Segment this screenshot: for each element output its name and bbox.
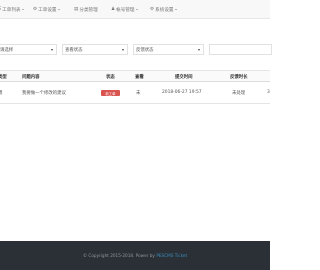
- chevron-down-icon: [58, 9, 61, 10]
- search-input[interactable]: [209, 44, 272, 55]
- feedback-select[interactable]: 反馈状态: [133, 44, 204, 55]
- cell-viewed: 未: [136, 91, 141, 96]
- category-icon: ▤: [74, 7, 79, 12]
- status-select-value: 查看状态: [65, 47, 83, 53]
- footer-copyright: © Copyright 2015-2018. Power by: [82, 253, 155, 258]
- list-icon: ☰: [0, 7, 1, 12]
- type-select[interactable]: 请选择: [0, 44, 57, 55]
- cell-content[interactable]: 我要做一个修改的建议: [22, 90, 66, 96]
- chevron-down-icon: [51, 49, 53, 51]
- nav-item-ticket-list[interactable]: ☰ 工单列表: [0, 0, 25, 19]
- chevron-down-icon: [22, 9, 25, 10]
- chevron-down-icon: [136, 9, 139, 10]
- footer-link[interactable]: PESCMS Ticket: [156, 253, 187, 258]
- column-header-duration: 反馈时长: [230, 75, 248, 80]
- footer: © Copyright 2015-2018. Power by PESCMS T…: [0, 241, 270, 270]
- nav-item-label: 分类管理: [79, 7, 98, 13]
- nav-item-label: 系统设置: [155, 7, 174, 13]
- column-header-type: 类型: [0, 75, 7, 80]
- cell-type: 博: [0, 91, 3, 96]
- column-header-content: 问题内容: [22, 75, 40, 80]
- top-navbar: ☰ 工单列表 ⚙ 工单设置 ▤ 分类管理 ♟ 帐号管理 ⚙ 系统设置: [0, 0, 270, 19]
- chevron-down-icon: [122, 49, 124, 51]
- status-badge: 新工单: [101, 90, 120, 96]
- filter-bar: 请选择 查看状态 反馈状态: [0, 44, 272, 56]
- column-header-submitted: 提交时间: [175, 75, 193, 80]
- cell-duration: 未处理: [232, 91, 246, 96]
- gear-icon: ⚙: [150, 7, 155, 12]
- status-select[interactable]: 查看状态: [62, 44, 128, 55]
- chevron-down-icon: [175, 9, 178, 10]
- nav-item-account-manage[interactable]: ♟ 帐号管理: [111, 0, 139, 19]
- cell-extra: 3: [267, 90, 270, 95]
- table-row[interactable]: 博 我要做一个修改的建议 新工单 未 2018-06-27 19:57 未处理 …: [0, 82, 270, 104]
- column-header-viewed: 查看: [135, 75, 144, 80]
- feedback-select-value: 反馈状态: [136, 47, 154, 53]
- nav-item-category-manage[interactable]: ▤ 分类管理: [74, 0, 98, 19]
- nav-item-system-settings[interactable]: ⚙ 系统设置: [150, 0, 178, 19]
- cell-submitted: 2018-06-27 19:57: [162, 90, 202, 95]
- table-header: 类型 问题内容 状态 查看 提交时间 反馈时长: [0, 70, 270, 82]
- chevron-down-icon: [198, 49, 200, 51]
- nav-item-ticket-settings[interactable]: ⚙ 工单设置: [33, 0, 61, 19]
- user-icon: ♟: [111, 7, 116, 12]
- nav-item-label: 帐号管理: [116, 7, 135, 13]
- column-header-status: 状态: [106, 75, 115, 80]
- nav-item-label: 工单设置: [38, 7, 57, 13]
- gear-icon: ⚙: [33, 7, 38, 12]
- type-select-value: 请选择: [0, 47, 14, 53]
- nav-item-label: 工单列表: [2, 7, 21, 13]
